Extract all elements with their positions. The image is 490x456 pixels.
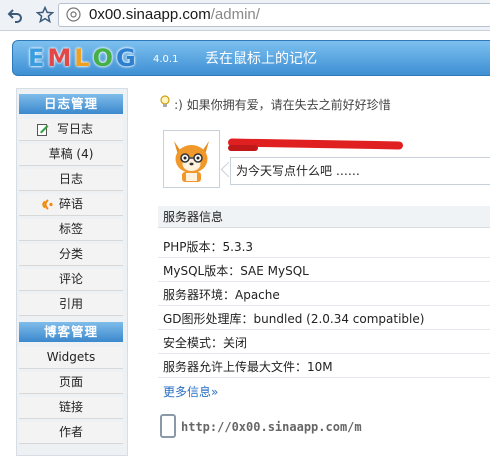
sidebar-item-widgets[interactable]: Widgets <box>19 347 123 369</box>
emlog-logo[interactable]: EMLOG <box>27 44 138 72</box>
sidebar-item-trackbacks[interactable]: 引用 <box>19 294 123 316</box>
sidebar-item-comments[interactable]: 评论 <box>19 269 123 291</box>
mobile-url-link[interactable]: http://0x00.sinaapp.com/m <box>181 420 362 434</box>
sidebar-item-logs[interactable]: 日志 <box>19 169 123 191</box>
sidebar-item-links[interactable]: 链接 <box>19 397 123 419</box>
address-bar[interactable]: 0x00.sinaapp.com/admin/ <box>58 3 490 27</box>
server-info-row-safe-mode: 安全模式：关闭 <box>158 331 490 354</box>
fox-avatar-icon <box>174 141 209 182</box>
server-info-row-php: PHP版本：5.3.3 <box>158 235 490 258</box>
broadcast-icon <box>39 197 53 218</box>
logo-letter-m: M <box>47 44 73 72</box>
sidebar-item-twitter[interactable]: 碎语 <box>19 194 123 216</box>
server-info-row-upload: 服务器允许上传最大文件：10M <box>158 355 490 378</box>
sidebar-item-authors[interactable]: 作者 <box>19 422 123 444</box>
url-text: 0x00.sinaapp.com/admin/ <box>89 6 260 23</box>
logo-letter-o: O <box>92 44 114 72</box>
sidebar-section-title-log: 日志管理 <box>19 94 123 114</box>
edit-icon <box>37 122 49 143</box>
server-info-row-env: 服务器环境：Apache <box>158 283 490 306</box>
server-info-row-mysql: MySQL版本：SAE MySQL <box>158 259 490 282</box>
version-label: 4.0.1 <box>153 54 179 65</box>
bookmark-star-icon[interactable] <box>34 4 56 26</box>
avatar[interactable] <box>163 130 220 188</box>
site-motto: 丢在鼠标上的记忆 <box>205 51 317 67</box>
server-info-row-gd: GD图形处理库：bundled (2.0.34 compatible) <box>158 307 490 330</box>
logo-letter-l: L <box>74 44 91 72</box>
sidebar-item-pages[interactable]: 页面 <box>19 372 123 394</box>
logo-letter-e: E <box>28 44 46 72</box>
server-info-title: 服务器信息 <box>158 206 490 228</box>
sidebar-item-write-log[interactable]: 写日志 <box>19 119 123 141</box>
site-header: EMLOG 4.0.1 丢在鼠标上的记忆 <box>12 40 490 76</box>
back-icon[interactable] <box>4 4 26 26</box>
tip-line: :) 如果你拥有爱，请在失去之前好好珍惜 <box>160 95 391 113</box>
sidebar-item-tags[interactable]: 标签 <box>19 219 123 241</box>
sidebar-section-title-blog: 博客管理 <box>19 322 123 342</box>
sidebar: 日志管理 写日志 草稿 (4) 日志 碎语 标签 分类 评论 引用 博客管理 W… <box>16 88 128 456</box>
quick-post-placeholder: 为今天写点什么吧 …… <box>236 164 360 178</box>
sidebar-item-drafts[interactable]: 草稿 (4) <box>19 144 123 166</box>
logo-letter-g: G <box>116 44 137 72</box>
sidebar-item-categories[interactable]: 分类 <box>19 244 123 266</box>
more-info-link[interactable]: 更多信息» <box>163 383 218 400</box>
mobile-phone-icon <box>160 414 176 438</box>
lightbulb-icon <box>160 95 174 113</box>
page-globe-icon <box>66 7 81 26</box>
redacted-username-scribble-2 <box>228 145 258 151</box>
